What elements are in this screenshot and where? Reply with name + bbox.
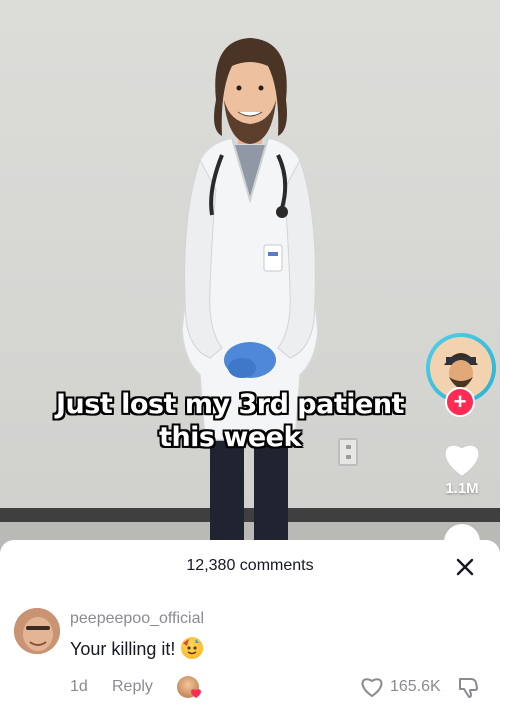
dislike-icon[interactable] <box>456 675 480 699</box>
caption-line: this week <box>159 422 301 453</box>
comment-like-count: 165.6K <box>390 678 441 695</box>
close-icon <box>456 558 474 576</box>
like-count: 1.1M <box>445 480 479 497</box>
caption-line: Just lost my 3rd patient <box>56 389 404 420</box>
close-button[interactable] <box>452 554 478 580</box>
comments-sheet: 12,380 comments peepeepoo_official Your … <box>0 540 500 711</box>
comment-text-row: Your killing it! <box>70 637 204 660</box>
comment-item: peepeepoo_official Your killing it! 1d R… <box>14 606 494 706</box>
doctor-figure <box>181 38 319 545</box>
commenter-portrait <box>14 608 60 654</box>
heart-icon[interactable] <box>441 440 483 478</box>
commenter-avatar[interactable] <box>14 608 60 654</box>
partying-face-emoji-icon <box>181 637 204 659</box>
reply-button[interactable]: Reply <box>112 678 153 696</box>
comment-like-heart-icon[interactable] <box>360 676 384 698</box>
video-player[interactable]: Just lost my 3rd patient this week + 1.1… <box>0 0 500 560</box>
comment-age: 1d <box>70 678 88 695</box>
commenter-username[interactable]: peepeepoo_official <box>70 610 204 628</box>
plus-icon: + <box>453 389 467 414</box>
comments-count: 12,380 comments <box>186 557 314 574</box>
follow-plus-button[interactable]: + <box>445 387 475 417</box>
creator-liked-heart-icon <box>191 689 201 698</box>
edge-strip <box>500 0 511 560</box>
video-caption: Just lost my 3rd patient this week <box>20 388 440 454</box>
comment-text: Your killing it! <box>70 639 176 659</box>
